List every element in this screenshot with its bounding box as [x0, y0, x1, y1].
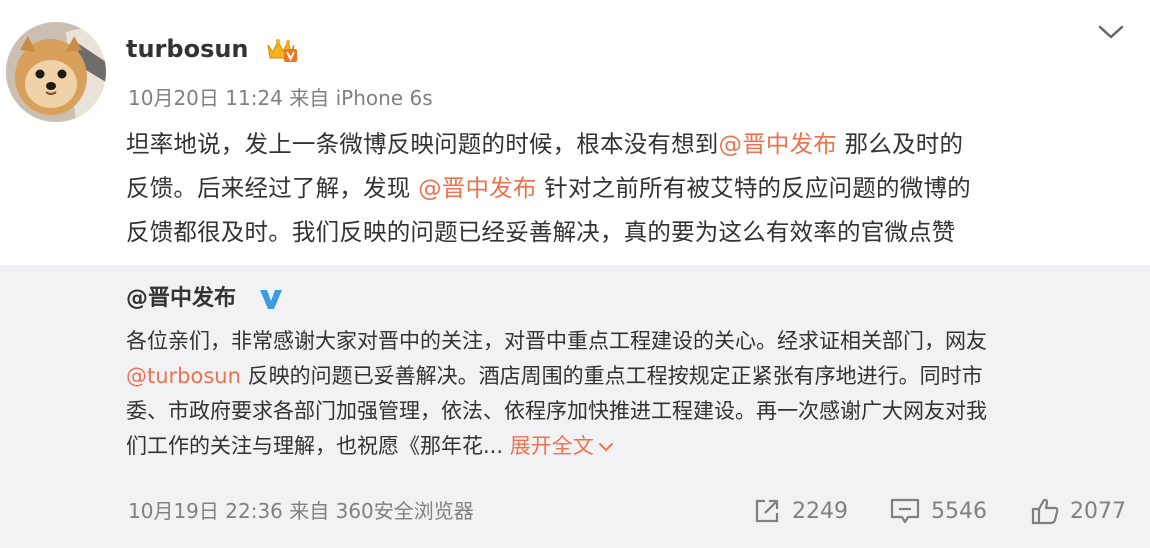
repost-text-segment: 反映的问题已妥善解决。酒店周围的重点工程按规定正紧张有序地进行。同时市 [240, 364, 983, 388]
repost-text-segment: 们工作的关注与理解，也祝愿《那年花... [126, 434, 510, 458]
share-icon [755, 499, 779, 523]
post-text: 坦率地说，发上一条微博反映问题的时候，根本没有想到@晋中发布 那么及时的 反馈。… [126, 122, 1126, 254]
comment-count: 5546 [931, 498, 987, 524]
like-count: 2077 [1070, 498, 1126, 524]
vip-crown-icon[interactable] [265, 36, 299, 64]
repost-text: 各位亲们，非常感谢大家对晋中的关注，对晋中重点工程建设的关心。经求证相关部门，网… [126, 324, 1126, 464]
mention-link[interactable]: @晋中发布 [418, 174, 537, 202]
expand-label: 展开全文 [509, 434, 594, 458]
post-line-3: 反馈都很及时。我们反映的问题已经妥善解决，真的要为这么有效率的官微点赞 [126, 218, 956, 246]
username[interactable]: turbosun [126, 33, 249, 65]
avatar[interactable] [6, 22, 106, 122]
thumbs-up-icon [1031, 498, 1059, 525]
post-text-segment: 坦率地说，发上一条微博反映问题的时候，根本没有想到 [126, 130, 719, 158]
like-button[interactable]: 2077 [1030, 494, 1126, 528]
chevron-down-icon[interactable] [1096, 18, 1126, 46]
post-line-2: 反馈。后来经过了解，发现 @晋中发布 针对之前所有被艾特的反应问题的微博的 [126, 166, 1126, 210]
repost-line-1: 各位亲们，非常感谢大家对晋中的关注，对晋中重点工程建设的关心。经求证相关部门，网… [126, 329, 987, 353]
verified-v-icon [257, 286, 285, 312]
mention-link[interactable]: @晋中发布 [719, 130, 838, 158]
post-text-segment: 那么及时的 [837, 130, 964, 158]
repost-count: 2249 [792, 498, 848, 524]
mention-link[interactable]: @turbosun [126, 364, 241, 388]
repost-meta[interactable]: 10月19日 22:36 来自 360安全浏览器 [128, 497, 474, 525]
repost-line-3: 委、市政府要求各部门加强管理，依法、依程序加快推进工程建设。再一次感谢广大网友对… [126, 399, 987, 423]
comment-icon [890, 498, 920, 524]
chevron-down-icon [598, 443, 613, 452]
pomeranian-avatar-image [6, 22, 106, 122]
repost-line-4: 们工作的关注与理解，也祝愿《那年花... 展开全文 [126, 429, 1126, 464]
expand-full-text-link[interactable]: 展开全文 [510, 434, 614, 458]
post-line-1: 坦率地说，发上一条微博反映问题的时候，根本没有想到@晋中发布 那么及时的 [126, 122, 1126, 166]
repost-line-2: @turbosun 反映的问题已妥善解决。酒店周围的重点工程按规定正紧张有序地进… [126, 359, 1126, 394]
repost-button[interactable]: 2249 [752, 494, 848, 528]
comment-button[interactable]: 5546 [889, 494, 987, 528]
post-text-segment: 针对之前所有被艾特的反应问题的微博的 [536, 174, 971, 202]
repost-author-link[interactable]: @晋中发布 [126, 283, 236, 315]
post-text-segment: 反馈。后来经过了解，发现 [126, 174, 419, 202]
post-meta[interactable]: 10月20日 11:24 来自 iPhone 6s [128, 84, 433, 112]
